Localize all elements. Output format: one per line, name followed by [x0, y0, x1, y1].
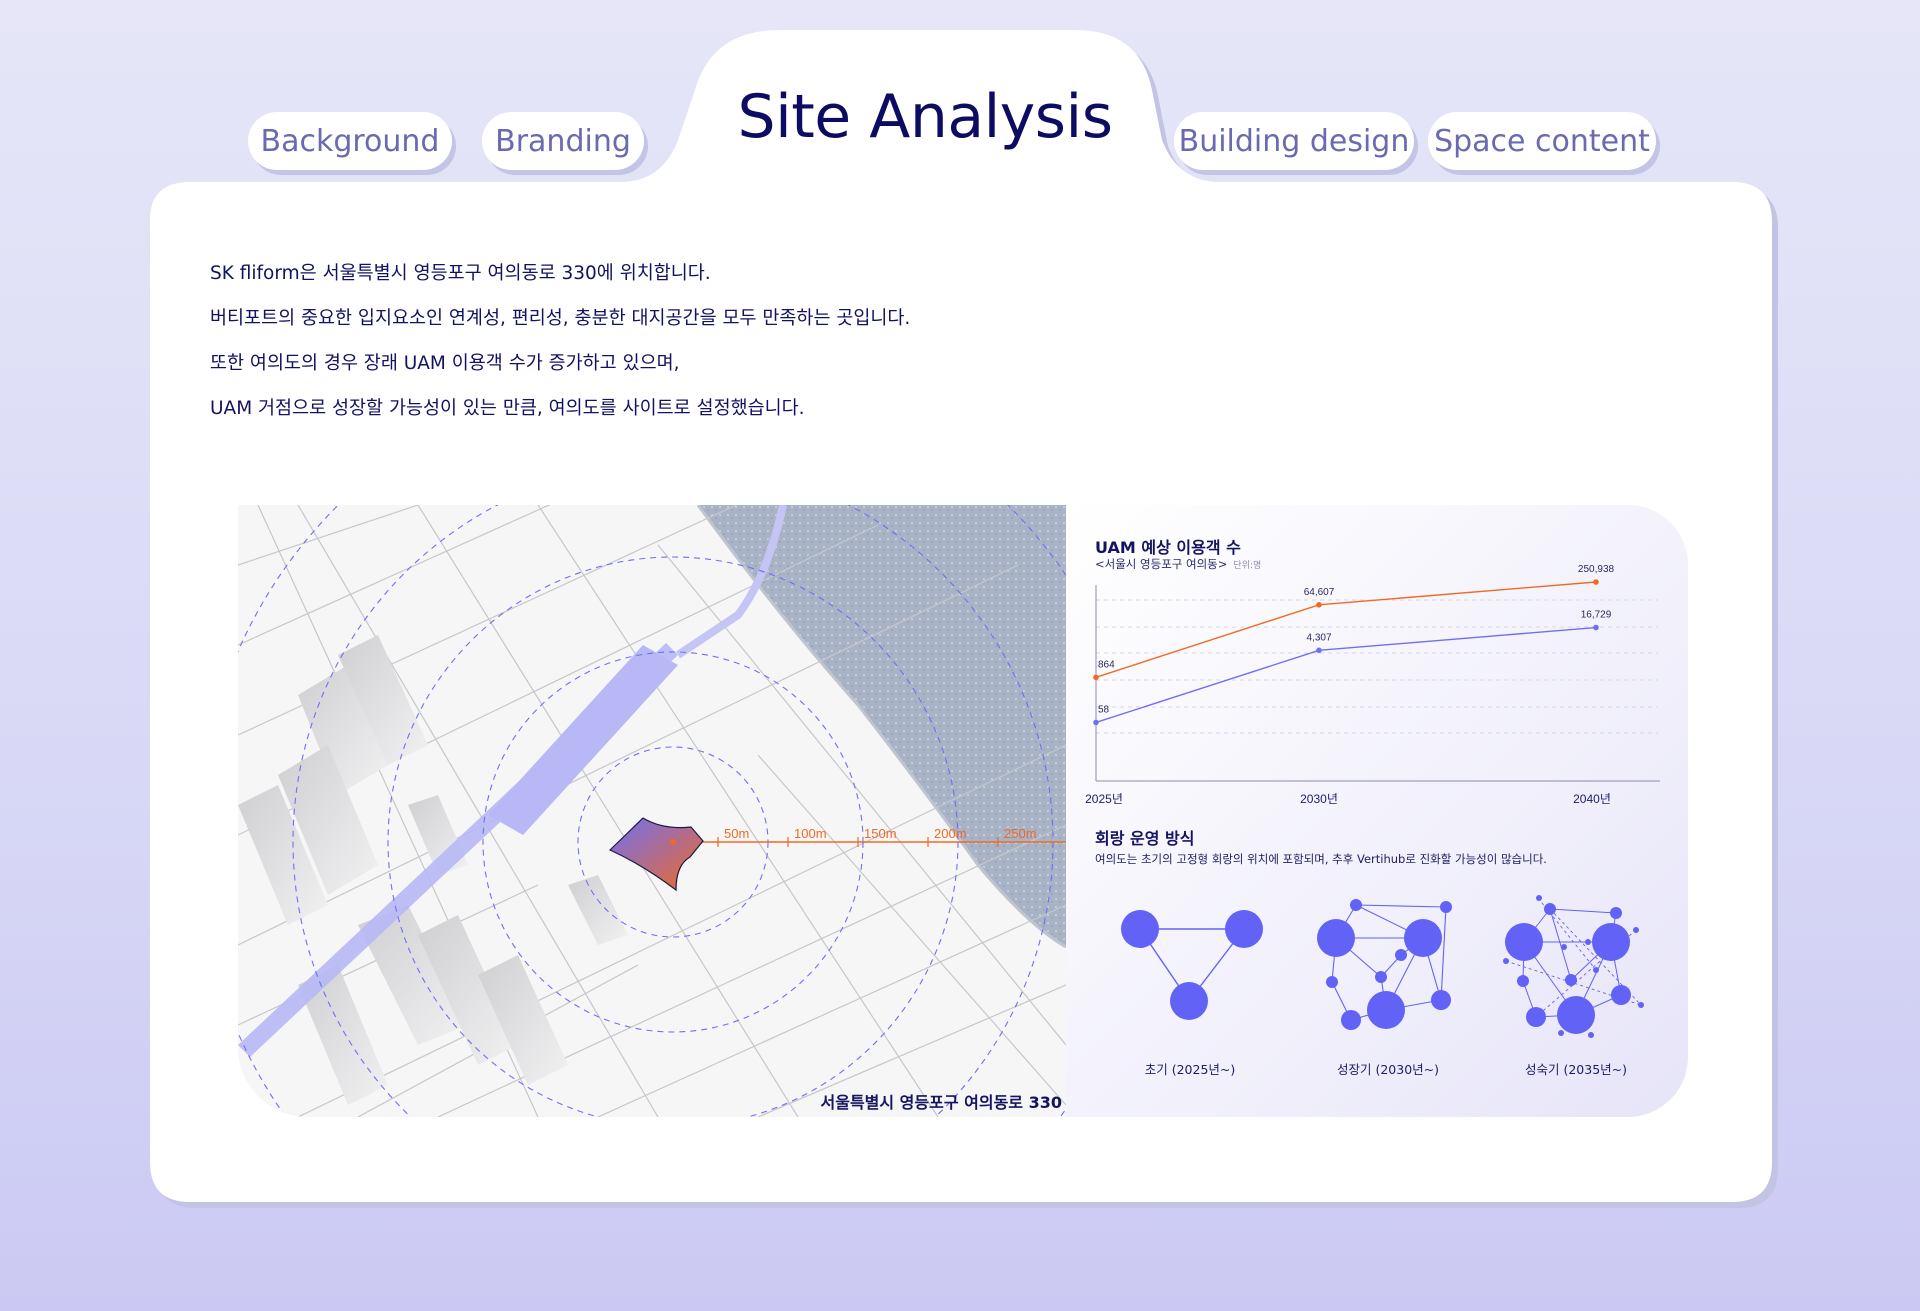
- tab-background[interactable]: Background: [248, 112, 452, 170]
- distance-label: 50m: [724, 826, 749, 841]
- data-point: [1316, 602, 1322, 608]
- tab-branding[interactable]: Branding: [482, 112, 644, 170]
- data-label: 64,607: [1304, 587, 1335, 598]
- stage-label-growth: 성장기 (2030년~): [1336, 1062, 1439, 1077]
- data-label: 16,729: [1581, 610, 1612, 621]
- distance-label: 250m: [1004, 826, 1037, 841]
- data-label: 4,307: [1306, 632, 1331, 643]
- site-address: 서울특별시 영등포구 여의동로 330: [820, 1093, 1062, 1112]
- stage-label-initial: 초기 (2025년~): [1144, 1062, 1236, 1077]
- intro-line: UAM 거점으로 성장할 가능성이 있는 만큼, 여의도를 사이트로 설정했습니…: [210, 398, 805, 419]
- data-point: [1593, 624, 1599, 631]
- info-panel: UAM 예상 이용객 수 <서울시 영등포구 여의동> 단위:명 864 64,60…: [1066, 505, 1688, 1117]
- data-label: 250,938: [1578, 564, 1615, 575]
- series-line: [1095, 581, 1597, 678]
- stage-growth-network: [1317, 899, 1452, 1030]
- intro-line: SK fliform은 서울특별시 영등포구 여의동로 330에 위치합니다.: [210, 263, 711, 284]
- data-label: 864: [1098, 659, 1115, 670]
- distance-label: 150m: [864, 826, 897, 841]
- intro-text: SK fliform은 서울특별시 영등포구 여의동로 330에 위치합니다. …: [210, 263, 910, 443]
- distance-label: 100m: [794, 826, 827, 841]
- chart-gridlines: [1096, 599, 1658, 734]
- stage-mature-network: [1503, 895, 1644, 1038]
- data-point: [1093, 674, 1099, 681]
- stage-label-mature: 성숙기 (2035년~): [1524, 1062, 1627, 1077]
- passenger-line-chart: 864 64,607 250,938 58 4,307 16,729 2025년 2030년 2…: [1085, 564, 1660, 806]
- series-line: [1095, 626, 1597, 724]
- tab-site-analysis[interactable]: Site Analysis: [710, 82, 1140, 152]
- stage-initial-network: [1121, 910, 1263, 1020]
- site-map-graphic: 50m 100m 150m 200m 250m: [238, 505, 1066, 1117]
- corridor-title: 회랑 운영 방식: [1095, 829, 1195, 848]
- x-tick-label: 2030년: [1300, 792, 1338, 806]
- x-tick-label: 2025년: [1085, 792, 1123, 806]
- x-tick-label: 2040년: [1573, 792, 1611, 806]
- data-point: [1316, 647, 1322, 654]
- data-point: [1593, 579, 1599, 585]
- intro-line: 버티포트의 중요한 입지요소인 연계성, 편리성, 충분한 대지공간을 모두 만…: [210, 308, 911, 329]
- corridor-description: 여의도는 초기의 고정형 회랑의 위치에 포함되며, 추후 Vertihub로 …: [1095, 852, 1547, 866]
- tab-building-design[interactable]: Building design: [1174, 112, 1414, 170]
- distance-label: 200m: [934, 826, 967, 841]
- intro-line: 또한 여의도의 경우 장래 UAM 이용객 수가 증가하고 있으며,: [210, 353, 680, 374]
- data-label: 58: [1098, 704, 1110, 715]
- site-map: 50m 100m 150m 200m 250m 서울특별시 영등포구 여의동로 …: [238, 505, 1066, 1117]
- tab-space-content[interactable]: Space content: [1428, 112, 1656, 170]
- data-point: [1093, 719, 1099, 726]
